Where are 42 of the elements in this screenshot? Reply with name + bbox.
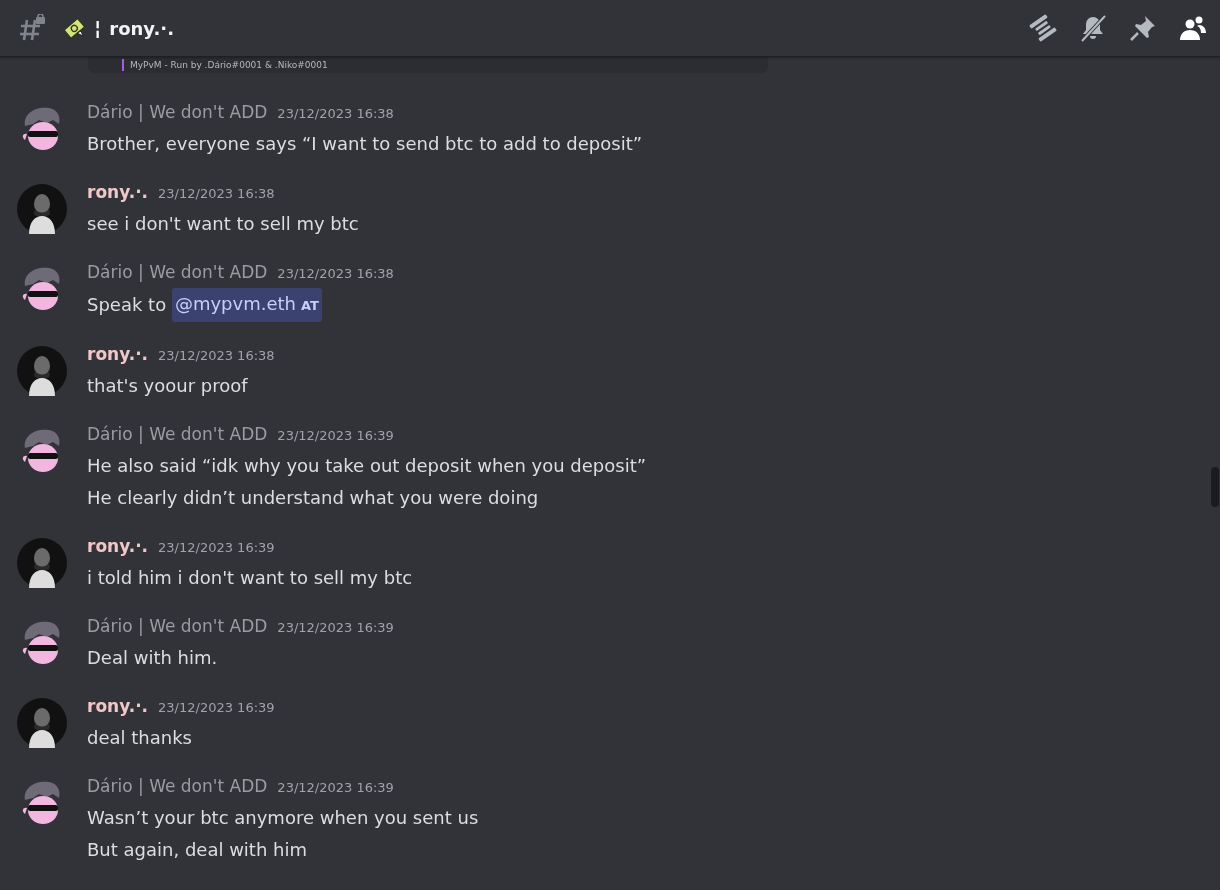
timestamp: 23/12/2023 16:38 (158, 348, 275, 363)
avatar (17, 346, 67, 396)
message-text: deal thanks (87, 726, 193, 750)
locked-channel-icon (18, 14, 46, 42)
timestamp: 23/12/2023 16:38 (277, 106, 394, 121)
threads-icon[interactable] (1028, 13, 1058, 43)
message-text: Speak to (87, 293, 168, 317)
author-name[interactable]: Dário | We don't ADD (87, 616, 268, 636)
message-text: He clearly didn’t understand what you were doing (87, 486, 540, 510)
timestamp: 23/12/2023 16:38 (277, 266, 394, 281)
timestamp: 23/12/2023 16:39 (277, 428, 394, 443)
avatar (17, 184, 67, 234)
message-text: Brother, everyone says “I want to send btc to add to deposit” (87, 132, 643, 156)
muted-bell-icon[interactable] (1078, 13, 1108, 43)
channel-name: rony.·. (109, 17, 174, 39)
message-text: Deal with him. (87, 646, 219, 670)
timestamp: 23/12/2023 16:39 (277, 780, 394, 795)
author-name[interactable]: rony.·. (87, 182, 149, 202)
scrollbar-thumb[interactable] (1211, 467, 1219, 507)
timestamp: 23/12/2023 16:39 (158, 540, 275, 555)
user-mention[interactable]: @mypvm.eth AT (171, 288, 322, 322)
author-name[interactable]: Dário | We don't ADD (87, 424, 268, 444)
avatar (17, 538, 67, 588)
pin-icon[interactable] (1128, 13, 1158, 43)
message-text: He also said “idk why you take out deposit when you deposit” (87, 454, 647, 478)
timestamp: 23/12/2023 16:39 (277, 620, 394, 635)
message-text: see i don't want to sell my btc (87, 212, 359, 236)
author-name[interactable]: Dário | We don't ADD (87, 776, 268, 796)
author-name[interactable]: Dário | We don't ADD (87, 102, 268, 122)
author-name[interactable]: rony.·. (87, 536, 149, 556)
avatar (17, 698, 67, 748)
author-name[interactable]: Dário | We don't ADD (87, 262, 268, 282)
embed-footer: MyPvM - Run by .Dário#0001 & .Niko#0001 (130, 60, 328, 70)
message-text: i told him i don't want to sell my btc (87, 566, 413, 590)
channel-separator: ¦ (94, 16, 102, 40)
message-text: But again, deal with him (87, 838, 308, 862)
author-name[interactable]: rony.·. (87, 344, 149, 364)
message-text: that's yoour proof (87, 374, 249, 398)
message-text: Wasn’t your btc anymore when you sent us (87, 806, 479, 830)
timestamp: 23/12/2023 16:39 (158, 700, 275, 715)
author-name[interactable]: rony.·. (87, 696, 149, 716)
timestamp: 23/12/2023 16:38 (158, 186, 275, 201)
